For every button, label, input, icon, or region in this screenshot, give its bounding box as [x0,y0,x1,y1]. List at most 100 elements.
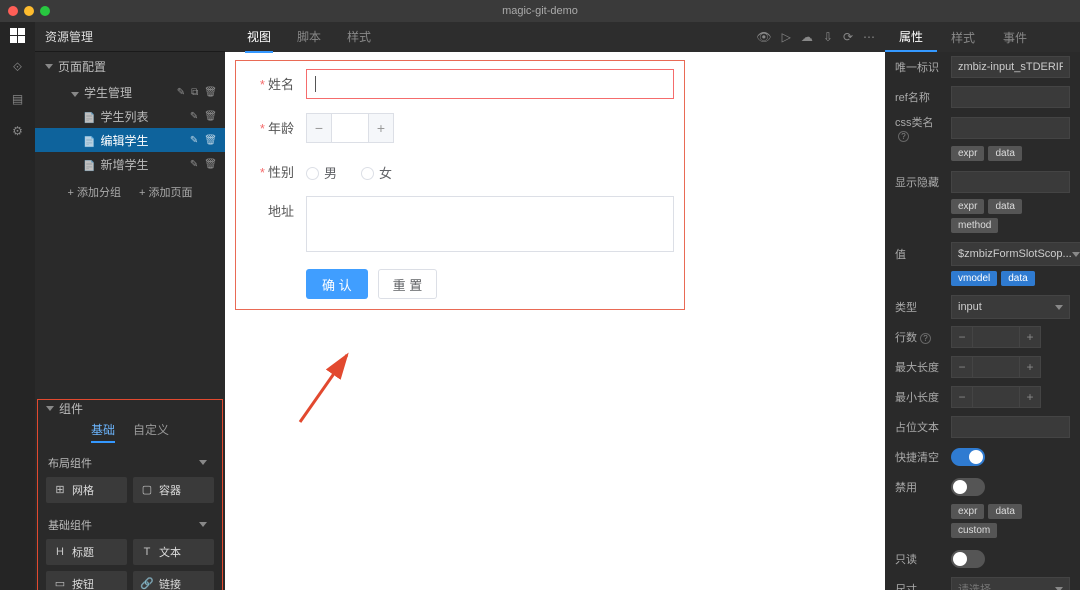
add-group-button[interactable]: 添加分组 [68,184,121,200]
comp-link-item[interactable]: 🔗链接 [133,571,214,590]
help-icon[interactable]: ? [920,333,931,344]
edit-icon[interactable]: ✎ [190,159,198,170]
delete-icon[interactable]: 🗑 [204,87,217,98]
window-title: magic-git-demo [502,5,578,17]
label-name: 姓名 [246,69,306,93]
maximize-window-icon[interactable] [40,6,50,16]
clearable-switch[interactable] [951,448,985,466]
toolbar-refresh-icon[interactable]: ⟳ [843,30,853,44]
tree-group-students[interactable]: 学生管理 ✎⧉🗑 [35,80,225,104]
components-panel: 组件 基础 自定义 布局组件 ⊞网格 ▢容器 基础组件 H标题 T文本 ▭按钮 … [37,399,223,590]
comp-container-item[interactable]: ▢容器 [133,477,214,503]
left-panel: 资源管理 页面配置 学生管理 ✎⧉🗑 📄学生列表 ✎🗑 📄编辑学生 ✎🗑 📄新增… [35,22,225,590]
disabled-switch[interactable] [951,478,985,496]
placeholder-input[interactable] [951,416,1070,438]
form-container[interactable]: 姓名 年龄 − + [235,60,685,310]
address-textarea[interactable] [306,196,674,252]
close-window-icon[interactable] [8,6,18,16]
edit-icon[interactable]: ✎ [190,135,198,146]
show-tags: exprdatamethod [941,197,1080,239]
right-tab-event[interactable]: 事件 [989,22,1041,52]
chevron-down-icon[interactable] [199,522,207,527]
plus-button[interactable]: + [1019,356,1041,378]
minus-button[interactable]: − [307,114,331,142]
css-class-tags: exprdata [941,144,1080,167]
css-class-input[interactable] [951,117,1070,139]
button-icon: ▭ [54,577,66,590]
comp-tab-custom[interactable]: 自定义 [133,421,169,443]
readonly-switch[interactable] [951,550,985,568]
chevron-down-icon[interactable] [199,460,207,465]
ref-input[interactable] [951,86,1070,108]
title-bar: magic-git-demo [0,0,1080,22]
activity-bar: ⟐ ▤ ⚙ [0,22,35,590]
help-icon[interactable]: ? [898,131,909,142]
radio-male[interactable]: 男 [306,163,337,182]
toolbar-eye-icon[interactable]: 👁 [756,30,771,44]
container-icon: ▢ [141,483,153,496]
center-tab-view[interactable]: 视图 [245,22,273,53]
copy-icon[interactable]: ⧉ [191,87,198,98]
value-tags: vmodeldata [941,269,1080,292]
comp-grid-item[interactable]: ⊞网格 [46,477,127,503]
heading-icon: H [54,546,66,558]
plus-button[interactable]: + [1019,326,1041,348]
annotation-arrow [295,347,355,427]
add-page-button[interactable]: 添加页面 [139,184,192,200]
toolbar-more-icon[interactable]: ⋯ [863,30,875,44]
disabled-tags: exprdatacustom [941,502,1080,544]
size-select[interactable]: 请选择 [951,577,1070,590]
delete-icon[interactable]: 🗑 [204,111,217,122]
plus-button[interactable]: + [1019,386,1041,408]
comp-tab-basic[interactable]: 基础 [91,421,115,443]
rail-settings-icon[interactable]: ⚙ [9,122,27,140]
minlen-stepper[interactable]: −+ [951,386,1041,408]
rows-stepper[interactable]: −+ [951,326,1041,348]
minus-button[interactable]: − [951,386,973,408]
text-icon: T [141,546,153,558]
comp-button-item[interactable]: ▭按钮 [46,571,127,590]
edit-icon[interactable]: ✎ [190,111,198,122]
tree-item-edit[interactable]: 📄编辑学生 ✎🗑 [35,128,225,152]
tree-root[interactable]: 页面配置 [35,52,225,80]
right-tab-style[interactable]: 样式 [937,22,989,52]
grid-icon: ⊞ [54,483,66,496]
age-stepper[interactable]: − + [306,113,394,143]
toolbar-cloud-icon[interactable]: ☁ [801,30,813,44]
type-select[interactable]: input [951,295,1070,319]
uid-input[interactable] [951,56,1070,78]
delete-icon[interactable]: 🗑 [204,135,217,146]
edit-icon[interactable]: ✎ [177,87,185,98]
comp-text-item[interactable]: T文本 [133,539,214,565]
tree-item-add[interactable]: 📄新增学生 ✎🗑 [35,152,225,176]
reset-button[interactable]: 重 置 [378,269,438,299]
value-select[interactable]: $zmbizFormSlotScop... [951,242,1080,266]
toolbar-download-icon[interactable]: ⇩ [823,30,833,44]
show-input[interactable] [951,171,1070,193]
rail-apps-icon[interactable] [9,26,27,44]
rail-link-icon[interactable]: ⟐ [9,58,27,76]
confirm-button[interactable]: 确 认 [306,269,368,299]
radio-female[interactable]: 女 [361,163,392,182]
minus-button[interactable]: − [951,326,973,348]
minus-button[interactable]: − [951,356,973,378]
tree-item-list[interactable]: 📄学生列表 ✎🗑 [35,104,225,128]
plus-button[interactable]: + [369,114,393,142]
comp-title-item[interactable]: H标题 [46,539,127,565]
maxlen-stepper[interactable]: −+ [951,356,1041,378]
label-gender: 性别 [246,157,306,181]
delete-icon[interactable]: 🗑 [204,159,217,170]
name-input[interactable] [306,69,674,99]
center-tab-script[interactable]: 脚本 [295,22,323,53]
center-tab-style[interactable]: 样式 [345,22,373,53]
rail-db-icon[interactable]: ▤ [9,90,27,108]
components-title: 组件 [59,400,83,417]
canvas[interactable]: 姓名 年龄 − + [225,52,885,590]
minimize-window-icon[interactable] [24,6,34,16]
label-address: 地址 [246,196,306,220]
center-area: 视图 脚本 样式 👁 ▷ ☁ ⇩ ⟳ ⋯ 姓名 [225,22,885,590]
toolbar-play-icon[interactable]: ▷ [782,30,791,44]
center-toolbar: 视图 脚本 样式 👁 ▷ ☁ ⇩ ⟳ ⋯ [225,22,885,52]
left-panel-header: 资源管理 [35,22,225,52]
right-tab-attr[interactable]: 属性 [885,22,937,52]
